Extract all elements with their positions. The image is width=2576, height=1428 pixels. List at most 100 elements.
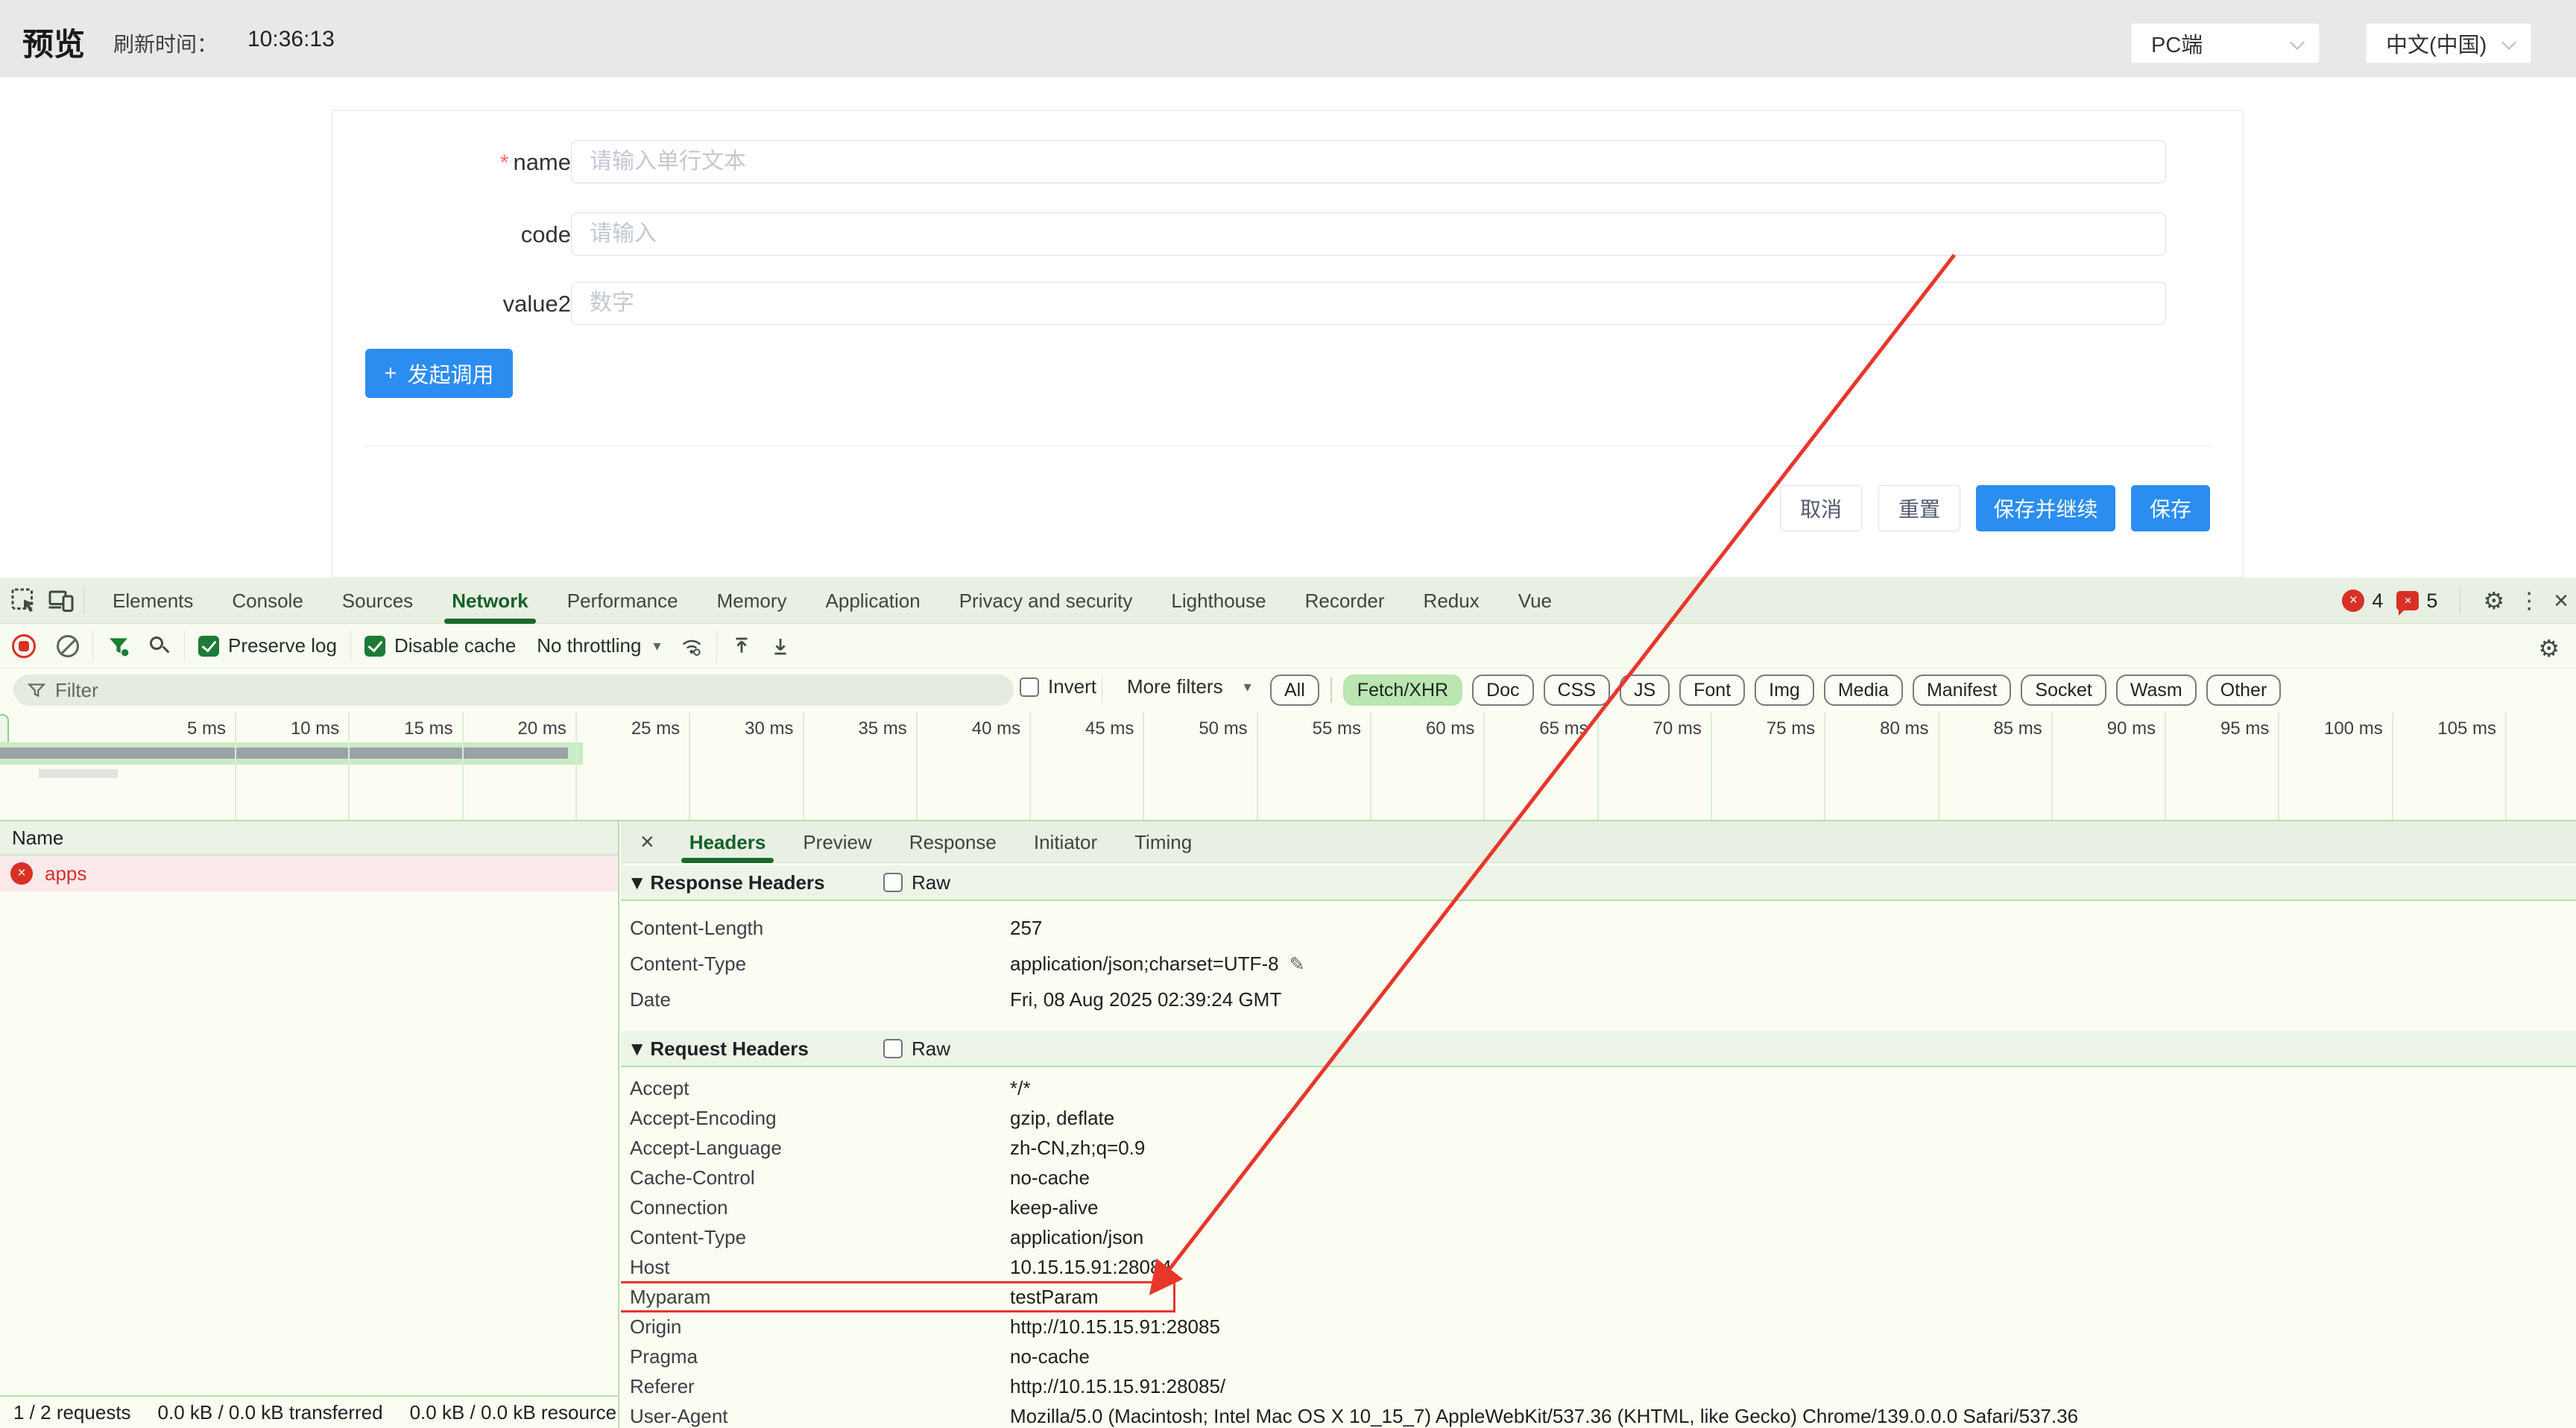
raw-checkbox[interactable]: [883, 873, 903, 892]
details-tab-headers[interactable]: Headers: [671, 821, 785, 863]
header-key: Content-Length: [630, 917, 1010, 940]
timeline-tick-label: 55 ms: [1257, 718, 1361, 739]
filter-chip-doc[interactable]: Doc: [1472, 674, 1533, 706]
response-headers-section-header[interactable]: ▼ Response Headers Raw: [621, 865, 2576, 901]
name-input[interactable]: [571, 140, 2166, 183]
network-conditions-icon[interactable]: [681, 635, 703, 657]
header-key: Origin: [630, 1315, 1010, 1339]
filter-chip-css[interactable]: CSS: [1544, 674, 1610, 706]
status-segment: 0.0 kB / 0.0 kB resource: [397, 1401, 630, 1424]
details-tab-response[interactable]: Response: [891, 821, 1015, 863]
timeline-tick-label: 60 ms: [1370, 718, 1474, 739]
network-settings-gear-icon[interactable]: ⚙: [2538, 634, 2560, 663]
preserve-log-checkbox[interactable]: [198, 636, 219, 657]
devtools-tab-vue[interactable]: Vue: [1499, 578, 1571, 624]
timeline-tick-label: 20 ms: [462, 718, 566, 739]
details-tab-timing[interactable]: Timing: [1116, 821, 1210, 863]
close-details-icon[interactable]: ×: [640, 828, 654, 856]
devtools-tab-memory[interactable]: Memory: [698, 578, 806, 624]
filter-chip-socket[interactable]: Socket: [2021, 674, 2106, 706]
pencil-icon[interactable]: ✎: [1289, 953, 1305, 975]
cancel-button[interactable]: 取消: [1780, 485, 1862, 531]
close-devtools-icon[interactable]: ×: [2554, 587, 2569, 616]
value2-input[interactable]: [571, 282, 2166, 325]
clear-icon[interactable]: [57, 635, 79, 657]
device-select[interactable]: PC端: [2131, 23, 2320, 63]
form-card: *name code value2 + 发起调用 取消 重置 保存并继续 保存: [332, 110, 2244, 578]
details-tab-initiator[interactable]: Initiator: [1015, 821, 1116, 863]
request-raw-toggle[interactable]: Raw: [883, 1037, 950, 1061]
raw-checkbox[interactable]: [883, 1039, 903, 1058]
devtools-tab-recorder[interactable]: Recorder: [1286, 578, 1404, 624]
more-filters-button[interactable]: More filters ▾: [1127, 675, 1251, 698]
network-status-bar: 1 / 2 requests0.0 kB / 0.0 kB transferre…: [0, 1395, 618, 1428]
header-value: Mozilla/5.0 (Macintosh; Intel Mac OS X 1…: [1010, 1405, 2078, 1428]
response-headers-title: Response Headers: [650, 871, 824, 894]
record-icon[interactable]: [12, 634, 36, 658]
devtools-tab-lighthouse[interactable]: Lighthouse: [1152, 578, 1285, 624]
devtools-tab-performance[interactable]: Performance: [548, 578, 698, 624]
filter-input[interactable]: Filter: [13, 674, 1014, 706]
save-button[interactable]: 保存: [2131, 485, 2210, 531]
invert-checkbox[interactable]: [1020, 677, 1039, 697]
device-toolbar-icon[interactable]: [48, 587, 75, 614]
code-field-label: code: [521, 221, 571, 248]
header-key: Referer: [630, 1375, 1010, 1398]
export-har-icon[interactable]: [769, 635, 792, 657]
header-row-cache-control: Cache-Controlno-cache: [621, 1163, 2576, 1192]
network-overview[interactable]: 5 ms10 ms15 ms20 ms25 ms30 ms35 ms40 ms4…: [0, 713, 2576, 821]
response-raw-toggle[interactable]: Raw: [883, 871, 950, 894]
invert-filter[interactable]: Invert: [1020, 675, 1096, 698]
devtools-tab-application[interactable]: Application: [806, 578, 940, 624]
devtools-panel: ElementsConsoleSourcesNetworkPerformance…: [0, 578, 2576, 1428]
filter-chip-font[interactable]: Font: [1679, 674, 1745, 706]
header-key: Content-Type: [630, 952, 1010, 976]
details-tab-preview[interactable]: Preview: [784, 821, 890, 863]
inspect-icon[interactable]: [10, 587, 37, 614]
disable-cache-checkbox[interactable]: [364, 636, 385, 657]
header-key: Content-Type: [630, 1226, 1010, 1249]
divider: [83, 587, 84, 615]
timeline-tick-label: 25 ms: [575, 718, 680, 739]
filter-chip-other[interactable]: Other: [2206, 674, 2282, 706]
import-har-icon[interactable]: [730, 635, 753, 657]
filter-funnel-icon[interactable]: [107, 634, 130, 658]
timeline-tick-label: 15 ms: [349, 718, 453, 739]
devtools-tab-network[interactable]: Network: [432, 578, 548, 624]
header-row-content-length: Content-Length257: [621, 910, 2576, 946]
invoke-call-button[interactable]: + 发起调用: [365, 349, 513, 398]
devtools-tab-privacy-and-security[interactable]: Privacy and security: [940, 578, 1152, 624]
filter-chip-wasm[interactable]: Wasm: [2116, 674, 2197, 706]
header-value: */*: [1010, 1077, 1030, 1100]
settings-gear-icon[interactable]: ⚙: [2483, 587, 2504, 615]
filter-chip-all[interactable]: All: [1270, 674, 1319, 706]
refresh-time-label: 刷新时间：: [113, 28, 218, 58]
issues-badge-icon[interactable]: ×: [2396, 591, 2419, 610]
timeline-tick-label: 35 ms: [803, 718, 907, 739]
devtools-tab-console[interactable]: Console: [212, 578, 322, 624]
reset-button[interactable]: 重置: [1878, 485, 1960, 531]
request-row-apps[interactable]: ×apps: [0, 856, 618, 891]
filter-chip-img[interactable]: Img: [1755, 674, 1814, 706]
filter-chip-media[interactable]: Media: [1824, 674, 1903, 706]
filter-chip-manifest[interactable]: Manifest: [1913, 674, 2011, 706]
filter-chip-js[interactable]: JS: [1620, 674, 1670, 706]
more-menu-icon[interactable]: ⋮: [2518, 588, 2540, 614]
filter-chip-fetch-xhr[interactable]: Fetch/XHR: [1343, 674, 1462, 706]
code-input[interactable]: [571, 212, 2166, 256]
value2-field-label: value2: [503, 291, 571, 317]
devtools-tab-redux[interactable]: Redux: [1404, 578, 1499, 624]
requests-name-column-header[interactable]: Name: [0, 821, 618, 856]
timeline-tick-label: 80 ms: [1825, 718, 1929, 739]
overview-mini-bar: [39, 769, 118, 778]
throttling-select[interactable]: No throttling: [537, 634, 641, 657]
devtools-tab-sources[interactable]: Sources: [323, 578, 432, 624]
save-and-continue-button[interactable]: 保存并继续: [1976, 485, 2115, 531]
request-headers-section-header[interactable]: ▼ Request Headers Raw: [621, 1031, 2576, 1067]
error-badge-icon[interactable]: ×: [2342, 590, 2364, 612]
header-value: 257: [1010, 917, 1042, 940]
devtools-tab-elements[interactable]: Elements: [93, 578, 212, 624]
search-icon[interactable]: [148, 635, 171, 657]
header-key: Host: [630, 1256, 1010, 1279]
locale-select[interactable]: 中文(中国): [2366, 23, 2531, 63]
